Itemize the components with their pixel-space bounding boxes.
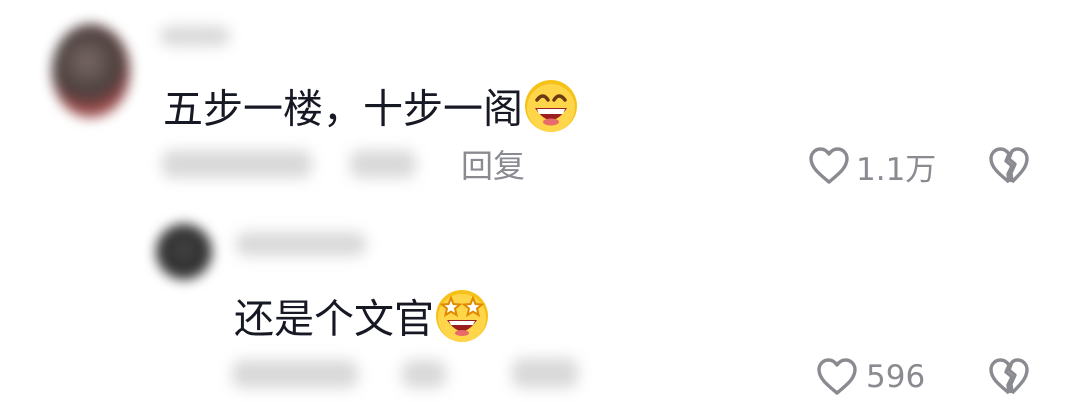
reply-label: 回复 [461,147,526,185]
username-blurred[interactable] [236,232,366,256]
comment-text-content: 五步一楼，十步一阁 [163,86,523,133]
comment-text-content: 还是个文官 [234,296,434,343]
like-count: 1.1万 [856,151,937,188]
heart-outline-icon [809,147,849,184]
avatar[interactable] [52,24,130,118]
location-blurred [402,360,446,388]
heart-outline-icon [817,358,857,395]
star-struck-face-icon [434,288,490,355]
reply-button[interactable]: 回复 [461,146,525,186]
username-blurred[interactable] [160,26,230,46]
broken-heart-icon [989,147,1029,184]
grinning-squinting-face-icon [523,78,579,145]
location-blurred [350,150,416,178]
like-button[interactable]: 596 [816,355,925,399]
timestamp-blurred [232,360,358,388]
broken-heart-icon [989,358,1029,395]
comment-text: 五步一楼，十步一阁 [163,78,579,145]
comment-text: 还是个文官 [234,288,490,355]
reply-button-blurred[interactable] [512,358,578,388]
like-button[interactable]: 1.1万 [808,144,936,188]
avatar[interactable] [156,224,212,280]
dislike-button[interactable] [988,146,1030,186]
timestamp-blurred [162,150,312,178]
like-count: 596 [866,359,926,395]
dislike-button[interactable] [988,357,1030,397]
